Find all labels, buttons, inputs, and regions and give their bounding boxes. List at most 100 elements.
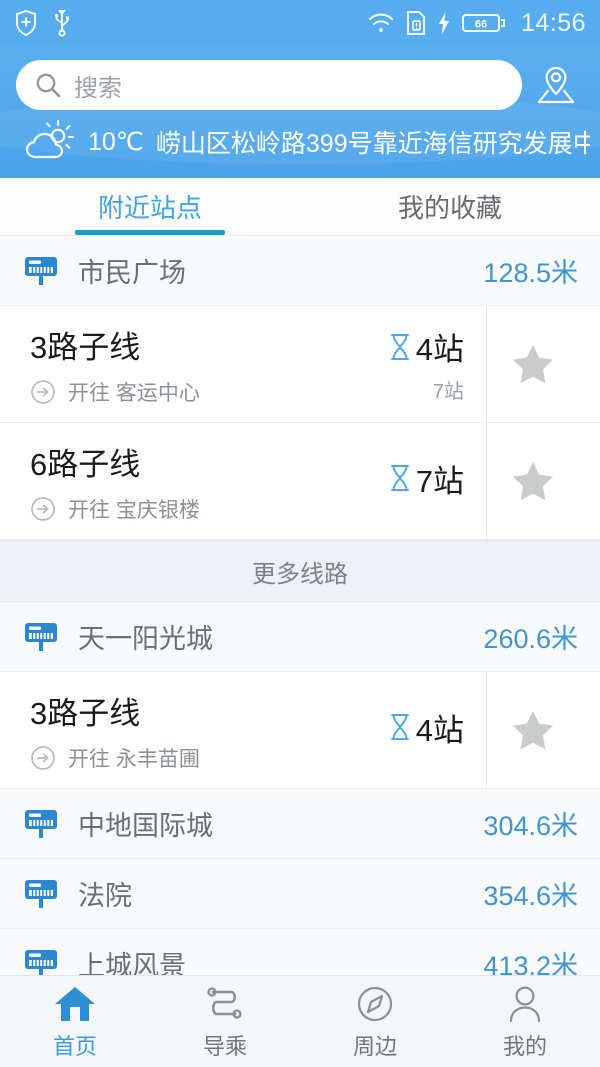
status-bar-clock: 14:56 [520,8,586,37]
tab-my-favorites-label: 我的收藏 [397,193,502,223]
map-pin-button[interactable] [528,62,584,108]
search-row: 搜索 [0,46,600,118]
route-info: 6路子线 开往 宝庆银楼 [30,439,200,524]
star-icon [508,705,558,755]
station-name: 市民广场 [78,258,186,288]
tab-nearby-stations-label: 附近站点 [97,193,202,223]
route-direction: 开往 宝庆银楼 [30,494,200,524]
svg-text:66: 66 [475,19,487,31]
weather-row[interactable]: 10℃ 崂山区松岭路399号靠近海信研究发展中心 [0,118,600,174]
route-direction-text: 开往 宝庆银楼 [68,498,200,522]
route-direction-text: 开往 永丰苗圃 [68,747,200,771]
status-bar-left-icons [14,9,72,37]
arrow-circle-icon [30,745,56,771]
status-bar-right-icons: 66 14:56 [367,9,586,38]
charging-bolt-icon [437,11,451,35]
map-pin-icon [533,62,579,108]
tab-my-favorites[interactable]: 我的收藏 [300,178,600,235]
route-stops-count: 4站 [415,332,464,367]
nav-item-guide-label: 导乘 [202,1033,247,1059]
app-root: 66 14:56 搜索 10℃ 崂山区松岭路399号靠近海信研究发展中心 附近站… [0,0,600,1067]
usb-icon [52,9,72,37]
station-distance: 304.6米 [483,811,578,841]
route-stops: 4站 [336,705,486,756]
star-icon [508,339,558,389]
bus-stop-icon [22,945,60,975]
nav-item-profile[interactable]: 我的 [450,983,600,1061]
route-stops-main: 4站 [387,324,464,369]
station-name: 法院 [78,881,132,911]
section-header-more-routes: 更多线路 [0,540,600,602]
shield-plus-icon [14,9,38,37]
tab-active-underline [75,230,225,235]
route-direction: 开往 永丰苗圃 [30,743,200,773]
list-item-station[interactable]: 市民广场 128.5米 [0,236,600,306]
hourglass-icon [387,712,413,742]
route-stops-main: 4站 [387,705,464,750]
route-info: 3路子线 开往 永丰苗圃 [30,688,200,773]
bus-stop-icon [22,618,60,656]
route-stops-main: 7站 [387,456,464,501]
station-name: 天一阳光城 [78,624,213,654]
arrow-circle-icon [30,379,56,405]
bus-stop-icon [22,805,60,843]
route-stops-sub: 7站 [432,381,464,403]
app-header: 搜索 10℃ 崂山区松岭路399号靠近海信研究发展中心 [0,46,600,178]
route-name: 3路子线 [30,695,141,731]
list-item-route[interactable]: 6路子线 开往 宝庆银楼 7站 [0,423,600,540]
home-icon [52,983,98,1025]
station-distance: 354.6米 [483,881,578,911]
station-name: 中地国际城 [78,811,213,841]
list-item-station[interactable]: 法院 354.6米 [0,859,600,929]
station-distance: 413.2米 [483,951,578,975]
list-item-route[interactable]: 3路子线 开往 客运中心 4站 7站 [0,306,600,423]
route-stops-count: 4站 [415,712,464,748]
station-name: 上城风景 [78,951,186,975]
station-distance: 260.6米 [483,624,578,654]
section-header-label: 更多线路 [252,560,348,588]
cloud-sun-icon [22,120,76,164]
bus-stop-icon [22,875,60,913]
station-distance: 128.5米 [483,258,578,288]
arrow-circle-icon [30,496,56,522]
star-icon [508,456,558,506]
favorite-button[interactable] [486,423,578,539]
route-stops: 4站 7站 [336,324,486,404]
nav-item-home-label: 首页 [52,1033,97,1059]
hourglass-icon [387,463,413,493]
bottom-navigation: 首页 导乘 周边 我的 [0,975,600,1067]
nearby-list[interactable]: 市民广场 128.5米 3路子线 开往 客运中心 4站 7站 6路子线 开往 宝… [0,236,600,975]
favorite-button[interactable] [486,306,578,422]
list-item-station[interactable]: 上城风景 413.2米 [0,929,600,975]
route-name: 6路子线 [30,446,141,482]
route-stops: 7站 [336,456,486,507]
hourglass-icon [387,332,413,362]
route-name: 3路子线 [30,329,141,365]
route-info: 3路子线 开往 客运中心 [30,322,200,407]
wifi-icon [367,12,395,34]
route-icon [202,983,248,1025]
search-icon [34,71,62,99]
bus-stop-icon [22,252,60,290]
route-stops-count: 7站 [415,463,464,499]
tab-bar: 附近站点 我的收藏 [0,178,600,236]
weather-temperature: 10℃ [88,128,144,156]
weather-address: 崂山区松岭路399号靠近海信研究发展中心 [155,130,590,158]
list-item-route[interactable]: 3路子线 开往 永丰苗圃 4站 [0,672,600,789]
list-item-station[interactable]: 中地国际城 304.6米 [0,789,600,859]
list-item-station[interactable]: 天一阳光城 260.6米 [0,602,600,672]
battery-icon: 66 [461,11,506,35]
nav-item-nearby[interactable]: 周边 [300,983,450,1061]
nav-item-guide[interactable]: 导乘 [150,983,300,1061]
status-bar: 66 14:56 [0,0,600,46]
nav-item-nearby-label: 周边 [352,1033,397,1059]
compass-icon [352,983,398,1025]
tab-nearby-stations[interactable]: 附近站点 [0,178,300,235]
nav-item-home[interactable]: 首页 [0,983,150,1061]
search-input[interactable]: 搜索 [16,60,522,110]
search-placeholder: 搜索 [74,74,122,102]
route-direction: 开往 客运中心 [30,377,200,407]
favorite-button[interactable] [486,672,578,788]
nav-item-profile-label: 我的 [502,1033,547,1059]
person-icon [502,983,548,1025]
